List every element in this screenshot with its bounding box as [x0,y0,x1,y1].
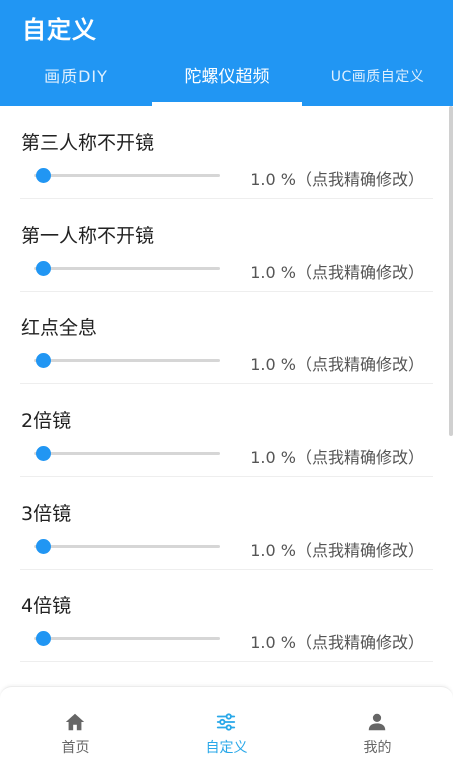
tab-gyro-overclock[interactable]: 陀螺仪超频 [152,58,302,106]
settings-list[interactable]: 第三人称不开镜 1.0 %（点我精确修改） 第一人称不开镜 1.0 %（点我精确… [0,106,453,686]
nav-label: 首页 [61,740,90,756]
slider-thumb[interactable] [35,168,51,183]
sensitivity-slider[interactable] [34,259,220,279]
tab-quality-diy[interactable]: 画质DIY [0,58,152,106]
nav-item-home[interactable]: 首页 [0,687,151,782]
sensitivity-slider[interactable] [34,444,220,464]
page-title: 自定义 [22,16,97,44]
setting-label: 红点全息 [21,317,98,339]
slider-track [34,637,220,640]
setting-label: 第一人称不开镜 [21,225,155,247]
slider-thumb[interactable] [35,446,51,461]
tab-label: 陀螺仪超频 [184,67,270,87]
list-item: 2倍镜 1.0 %（点我精确修改） [20,384,433,477]
app-header: 自定义 画质DIY 陀螺仪超频 UC画质自定义 [0,0,453,106]
list-item: 第三人称不开镜 1.0 %（点我精确修改） [20,106,433,199]
slider-track [34,174,220,177]
value-edit-link[interactable]: 1.0 %（点我精确修改） [250,629,424,653]
value-edit-link[interactable]: 1.0 %（点我精确修改） [250,537,424,561]
setting-label: 2倍镜 [21,410,72,432]
nav-item-custom[interactable]: 自定义 [151,687,302,782]
slider-thumb[interactable] [35,631,51,646]
bottom-nav: 首页 自定义 我的 [0,686,453,782]
sensitivity-slider[interactable] [34,629,220,649]
sliders-icon [216,713,236,731]
value-edit-link[interactable]: 1.0 %（点我精确修改） [250,351,424,375]
setting-label: 4倍镜 [21,595,72,617]
slider-thumb[interactable] [35,353,51,368]
value-edit-link[interactable]: 1.0 %（点我精确修改） [250,259,424,283]
slider-thumb[interactable] [35,539,51,554]
setting-label: 3倍镜 [21,503,72,525]
slider-track [34,545,220,548]
tab-bar: 画质DIY 陀螺仪超频 UC画质自定义 [0,58,453,106]
slider-thumb[interactable] [35,261,51,276]
value-edit-link[interactable]: 1.0 %（点我精确修改） [250,166,424,190]
sensitivity-slider[interactable] [34,351,220,371]
tab-uc-quality-custom[interactable]: UC画质自定义 [302,58,453,106]
sensitivity-slider[interactable] [34,166,220,186]
nav-label: 自定义 [205,740,248,756]
list-item: 第一人称不开镜 1.0 %（点我精确修改） [20,199,433,292]
setting-label: 第三人称不开镜 [21,132,155,154]
slider-track [34,452,220,455]
sensitivity-slider[interactable] [34,537,220,557]
tab-label: 画质DIY [44,67,108,86]
scrollbar[interactable] [449,106,453,436]
nav-item-mine[interactable]: 我的 [302,687,453,782]
home-icon [65,713,85,731]
list-item: 3倍镜 1.0 %（点我精确修改） [20,477,433,570]
list-item: 4倍镜 1.0 %（点我精确修改） [20,569,433,662]
nav-label: 我的 [363,740,392,756]
slider-track [34,267,220,270]
tab-label: UC画质自定义 [330,69,425,85]
user-icon [368,713,386,731]
list-item: 红点全息 1.0 %（点我精确修改） [20,291,433,384]
value-edit-link[interactable]: 1.0 %（点我精确修改） [250,444,424,468]
slider-track [34,359,220,362]
